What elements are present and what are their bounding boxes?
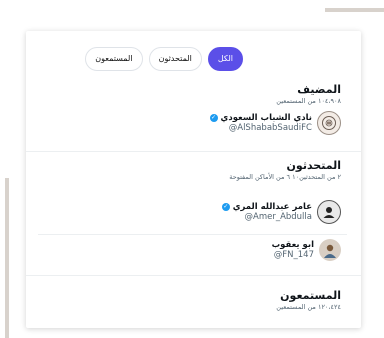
speakers-section: المتحدثون ٢ من المتحدثين١٠ ٦ من الأماكن … [38, 159, 341, 181]
host-section-subtitle: ١٠٤،٩٠٨ من المستمعين [276, 97, 341, 105]
club-crest-icon [317, 111, 341, 135]
profile-photo-icon [317, 200, 341, 224]
listeners-section: المستمعون ١٢٠،٤٢٤ من المستمعين [38, 289, 341, 311]
filter-tabs: المستمعون المتحدثون الكل [85, 47, 243, 71]
profile-photo-icon [319, 239, 341, 261]
verified-badge-icon: ✓ [209, 114, 218, 122]
listeners-section-title: المستمعون [280, 289, 341, 302]
speaker-row[interactable]: ابو يعقوب @FN_147 [38, 239, 341, 261]
decorative-bar-left [5, 178, 9, 338]
host-user-name-text: نادي الشباب السعودي [220, 113, 312, 123]
speaker-name-text: ابو يعقوب [271, 240, 314, 250]
speaker-name: ابو يعقوب [272, 240, 314, 250]
speaker-handle: @Amer_Abdulla [244, 212, 313, 222]
tab-speakers[interactable]: المتحدثون [148, 47, 202, 71]
host-user-handle: @AlShababSaudiFC [228, 123, 312, 133]
speaker-name: عامر عبدالله المري ✓ [221, 202, 312, 212]
speaker-name-text: عامر عبدالله المري [232, 202, 312, 212]
host-user-row[interactable]: نادي الشباب السعودي ✓ @AlShababSaudiFC [38, 111, 341, 135]
host-section: المضيف ١٠٤،٩٠٨ من المستمعين [38, 83, 341, 105]
decorative-bar-top [325, 8, 384, 12]
divider [26, 275, 361, 276]
speakers-section-subtitle: ٢ من المتحدثين١٠ ٦ من الأماكن المفتوحة [229, 173, 341, 181]
space-participants-panel: المستمعون المتحدثون الكل المضيف ١٠٤،٩٠٨ … [26, 31, 361, 328]
verified-badge-icon: ✓ [221, 203, 230, 211]
divider [26, 151, 361, 152]
host-user-name: نادي الشباب السعودي ✓ [209, 113, 312, 123]
speaker-handle: @FN_147 [273, 250, 314, 260]
host-section-title: المضيف [297, 83, 341, 96]
divider [38, 234, 347, 235]
tab-all[interactable]: الكل [207, 47, 243, 71]
speaker-row[interactable]: عامر عبدالله المري ✓ @Amer_Abdulla [38, 200, 341, 224]
speakers-section-title: المتحدثون [286, 159, 341, 172]
tab-listeners[interactable]: المستمعون [85, 47, 143, 71]
listeners-section-subtitle: ١٢٠،٤٢٤ من المستمعين [276, 303, 341, 311]
